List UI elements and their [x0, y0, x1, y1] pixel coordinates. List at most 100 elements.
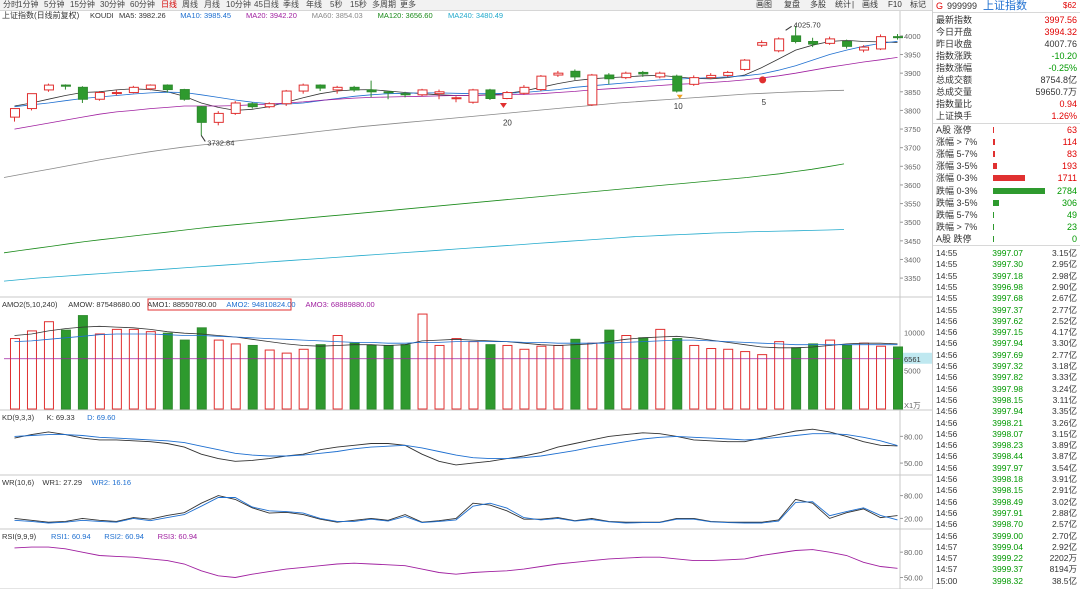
tick-row: 14:56 3997.94 3.30亿 — [933, 338, 1080, 348]
candle-body — [111, 92, 122, 95]
period-tab-10[interactable]: 45日线 — [254, 0, 279, 10]
ma-legend-1: MA5: 3982.26 — [119, 11, 166, 20]
quote-value: 59650.7万 — [1035, 87, 1077, 97]
period-tab-4[interactable]: 30分钟 — [100, 0, 125, 10]
candle-body — [519, 86, 530, 94]
quote-label: 指数量比 — [936, 99, 973, 109]
tick-time: 14:56 — [936, 428, 958, 439]
tick-volume: 2.98亿 — [1051, 270, 1077, 281]
breadth-bar — [993, 127, 995, 133]
breadth-bar — [993, 187, 1045, 194]
indicator-legend: WR(10,6) — [2, 478, 35, 487]
tick-volume: 8194万 — [1049, 564, 1077, 575]
period-tab-9[interactable]: 10分钟 — [226, 0, 251, 10]
period-tab-13[interactable]: 5秒 — [330, 0, 342, 10]
breadth-value: 114 — [1062, 137, 1077, 148]
period-tab-6[interactable]: 日线 — [161, 0, 177, 10]
breadth-value: 23 — [1066, 221, 1077, 232]
candle-body — [757, 42, 768, 46]
period-tab-2[interactable]: 5分钟 — [44, 0, 64, 10]
tick-row: 14:56 3999.00 2.70亿 — [933, 531, 1080, 541]
toolbar-button-7[interactable]: 标记 — [910, 0, 926, 10]
indicator-y-label: 50.00 — [904, 459, 923, 468]
volume-bar — [842, 344, 853, 410]
tick-price: 3998.70 — [992, 519, 1023, 530]
volume-bar — [349, 342, 360, 410]
tick-time: 14:56 — [936, 361, 958, 371]
period-tab-14[interactable]: 15秒 — [350, 0, 367, 10]
period-tab-12[interactable]: 年线 — [306, 0, 322, 10]
tick-price: 3998.07 — [992, 428, 1023, 439]
tick-price: 3997.94 — [992, 338, 1023, 349]
indicator-y-label: 80.00 — [904, 432, 923, 441]
quote-row: 总成交额 8754.8亿 — [933, 74, 1080, 86]
breadth-value: 193 — [1061, 161, 1077, 172]
breadth-value: 49 — [1066, 209, 1077, 220]
candle-body — [672, 75, 683, 92]
tick-row: 14:56 3997.32 3.18亿 — [933, 361, 1080, 371]
volume-legend-1: AMOW: 87548680.00 — [68, 300, 140, 309]
tick-time: 14:55 — [936, 304, 958, 315]
low-label: 3732.84 — [207, 138, 234, 147]
quote-row: 最新指数 3997.56 — [933, 14, 1080, 26]
volume-bar — [638, 337, 649, 410]
indicator-legend: D: 69.60 — [87, 413, 115, 422]
volume-bar — [400, 344, 411, 410]
quote-label: 昨日收盘 — [936, 39, 973, 49]
breadth-row: 涨幅 > 7% 114 — [933, 136, 1080, 148]
volume-bar — [213, 339, 224, 410]
toolbar-button-5[interactable]: 画线 — [862, 0, 878, 10]
period-tab-3[interactable]: 15分钟 — [70, 0, 95, 10]
tick-volume: 3.24亿 — [1051, 383, 1077, 394]
tick-price: 3997.62 — [992, 315, 1023, 326]
toolbar-button-2[interactable]: 多股 — [810, 0, 826, 10]
volume-legend-0: AMO2(5,10,240) — [2, 300, 58, 309]
volume-bar — [128, 328, 139, 410]
quote-label: 最新指数 — [936, 15, 973, 25]
breadth-row: 涨幅 5-7% 83 — [933, 148, 1080, 160]
candle-body — [893, 36, 904, 39]
breadth-row: 跌幅 3-5% 306 — [933, 197, 1080, 209]
candle-body — [264, 103, 275, 108]
period-tab-11[interactable]: 季线 — [283, 0, 299, 10]
tick-volume: 2.70亿 — [1051, 530, 1077, 541]
tick-volume: 3.15亿 — [1051, 248, 1077, 258]
period-tab-16[interactable]: 更多 — [400, 0, 416, 10]
period-tab-7[interactable]: 周线 — [182, 0, 198, 10]
volume-bar — [94, 333, 105, 410]
candle-body — [434, 91, 445, 95]
volume-bar — [859, 342, 870, 410]
toolbar-button-6[interactable]: F10 — [888, 0, 902, 10]
tick-price: 3999.37 — [992, 564, 1023, 575]
volume-bar — [298, 348, 309, 410]
tick-row: 14:56 3998.07 3.15亿 — [933, 429, 1080, 439]
tick-time: 14:55 — [936, 293, 958, 304]
toolbar-button-1[interactable]: 复盘 — [784, 0, 800, 10]
quote-row: 指数涨幅 -0.25% — [933, 62, 1080, 74]
volume-bar — [77, 315, 88, 410]
tick-volume: 4.17亿 — [1051, 327, 1077, 338]
period-tab-15[interactable]: 多周期 — [372, 0, 396, 10]
tick-row: 14:57 3999.37 8194万 — [933, 564, 1080, 574]
period-tab-8[interactable]: 月线 — [204, 0, 220, 10]
period-tab-5[interactable]: 60分钟 — [130, 0, 155, 10]
y-tick-label: 3900 — [904, 69, 921, 78]
kline-chart-area[interactable]: 4000 3950 3900 3850 3800 3750 3700 3650 3600 3550… — [0, 11, 932, 589]
candle-body — [349, 86, 360, 91]
toolbar-button-0[interactable]: 画图 — [756, 0, 772, 10]
tick-row: 15:00 3998.32 38.5亿 — [933, 576, 1080, 586]
volume-bar — [502, 344, 513, 410]
tick-volume: 2.77亿 — [1051, 349, 1077, 360]
tick-volume: 3.54亿 — [1051, 462, 1077, 473]
breadth-bar — [993, 199, 999, 206]
toolbar-button-4[interactable]: | — [852, 0, 854, 10]
volume-bar — [332, 335, 343, 410]
period-tab-1[interactable]: 1分钟 — [18, 0, 38, 10]
tick-row: 14:56 3998.44 3.87亿 — [933, 451, 1080, 461]
breadth-label: 跌幅 3-5% — [936, 197, 978, 208]
volume-legend-2: AMO1: 88550780.00 — [147, 300, 216, 309]
current-value-label: 6561 — [904, 355, 921, 364]
breadth-row: A股 涨停 63 — [933, 124, 1080, 136]
period-tab-0[interactable]: 分时 — [3, 0, 19, 10]
toolbar-button-3[interactable]: 统计 — [835, 0, 851, 10]
